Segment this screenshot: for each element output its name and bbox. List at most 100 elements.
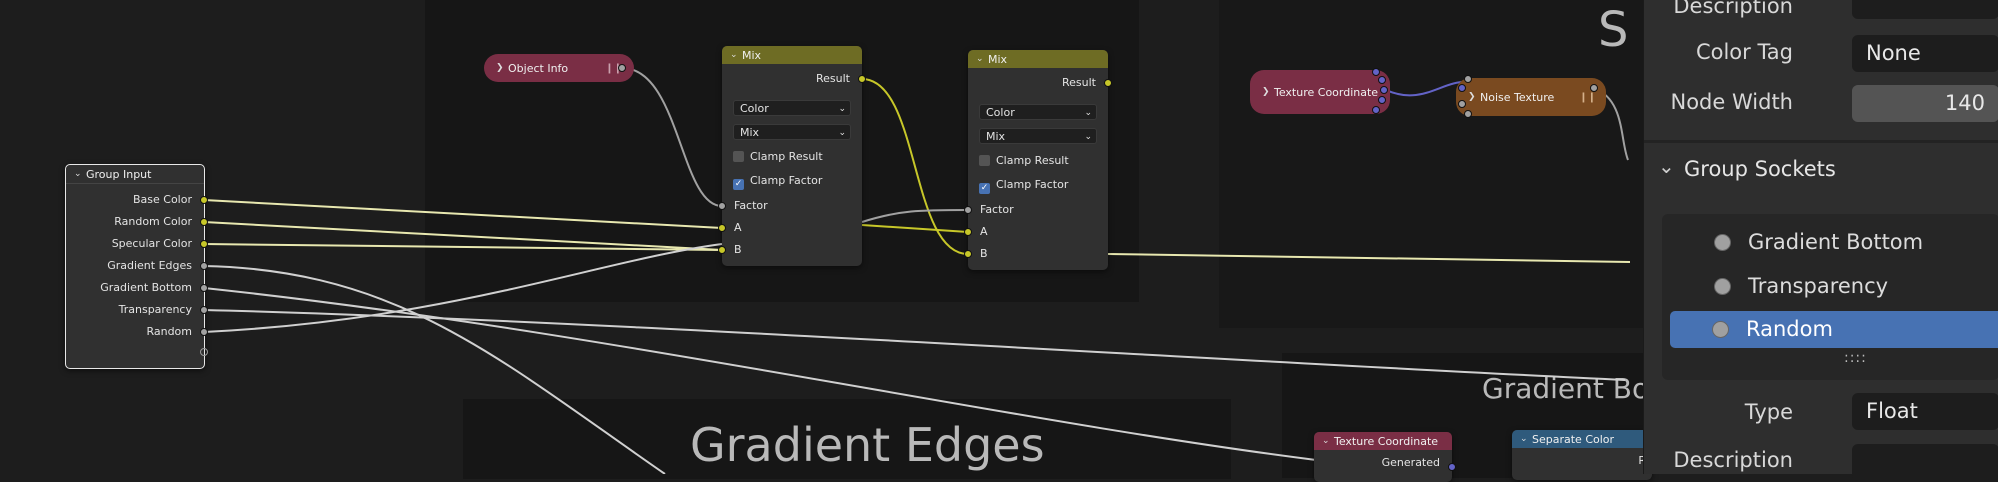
description-field[interactable] <box>1852 0 1998 19</box>
chevron-down-icon[interactable]: ⌄ <box>976 54 988 64</box>
clamp-result-label: Clamp Result <box>750 150 823 163</box>
description2-label: Description <box>1673 448 1793 472</box>
mix-node-1[interactable]: ⌄ Mix Result Color ⌄ Mix ⌄ Clamp Result ✓ C… <box>722 46 862 266</box>
chevron-right-icon[interactable]: ❯ <box>1262 87 1274 97</box>
noise-in-socket-2[interactable] <box>1458 84 1466 92</box>
texcoord-out-socket-5[interactable] <box>1372 106 1380 114</box>
group-input-header[interactable]: ⌄ Group Input <box>66 165 204 184</box>
texture-coordinate-header[interactable]: ⌄ Texture Coordinate <box>1314 432 1452 450</box>
noise-texture-label: Noise Texture <box>1480 90 1555 104</box>
texture-coordinate-node[interactable]: ⌄ Texture Coordinate Generated <box>1314 432 1452 482</box>
noise-in-socket-1[interactable] <box>1464 75 1472 83</box>
group-input-title: Group Input <box>86 167 152 181</box>
separate-color-node[interactable]: ⌄ Separate Color R <box>1512 430 1652 480</box>
clamp-result-checkbox[interactable] <box>733 151 744 162</box>
socket-item-random[interactable]: Random <box>1670 311 1998 348</box>
transparency-socket[interactable] <box>200 306 208 314</box>
random-socket[interactable] <box>200 328 208 336</box>
mix-node-1-clamp-factor[interactable]: ✓ Clamp Factor <box>733 172 822 190</box>
mix-node-2-b-socket[interactable] <box>964 250 972 258</box>
clamp-factor-checkbox[interactable]: ✓ <box>979 183 990 194</box>
socket-item-gradient-bottom[interactable]: Gradient Bottom <box>1672 224 1998 261</box>
object-info-label: Object Info <box>508 61 569 75</box>
mix-node-1-input-factor: Factor <box>734 199 768 212</box>
chevron-down-icon[interactable]: ⌄ <box>730 50 742 60</box>
chevron-down-icon[interactable]: ⌄ <box>1658 154 1675 178</box>
gradient-bottom-socket[interactable] <box>200 284 208 292</box>
clamp-result-checkbox[interactable] <box>979 155 990 166</box>
mix-node-1-data-type-select[interactable]: Color ⌄ <box>733 100 851 116</box>
object-info-output-socket[interactable] <box>618 64 626 72</box>
drag-grip-icon: ❙❙ <box>1579 91 1596 103</box>
mix-node-1-a-socket[interactable] <box>718 224 726 232</box>
mix-node-1-clamp-result[interactable]: Clamp Result <box>733 148 823 166</box>
description2-field[interactable] <box>1852 444 1998 481</box>
float-socket-icon <box>1712 321 1729 338</box>
texcoord-out-socket-2[interactable] <box>1378 76 1386 84</box>
random-color-socket[interactable] <box>200 218 208 226</box>
chevron-down-icon[interactable]: ⌄ <box>1520 434 1532 444</box>
mix-node-1-blend-select[interactable]: Mix ⌄ <box>733 124 851 140</box>
mix-node-2-data-type-select[interactable]: Color ⌄ <box>979 104 1097 120</box>
mix-node-1-header[interactable]: ⌄ Mix <box>722 46 862 64</box>
mix-node-1-data-type-value: Color <box>740 102 769 115</box>
mix-node-2-a-socket[interactable] <box>964 228 972 236</box>
color-tag-label: Color Tag <box>1695 40 1793 64</box>
node-width-label: Node Width <box>1670 90 1794 114</box>
chevron-right-icon[interactable]: ❯ <box>1468 92 1480 102</box>
socket-item-transparency[interactable]: Transparency <box>1672 268 1998 305</box>
clamp-factor-label: Clamp Factor <box>996 178 1069 191</box>
chevron-right-icon[interactable]: ❯ <box>496 63 508 73</box>
group-input-node[interactable]: ⌄ Group Input Base Color Random Color Sp… <box>65 164 205 369</box>
clamp-factor-checkbox[interactable]: ✓ <box>733 179 744 190</box>
mix-node-1-b-socket[interactable] <box>718 246 726 254</box>
color-tag-select[interactable]: None <box>1852 35 1998 72</box>
type-select[interactable]: Float <box>1852 393 1998 430</box>
color-tag-value: None <box>1866 41 1921 65</box>
mix-node-2-result-label: Result <box>1062 76 1096 89</box>
clamp-result-label: Clamp Result <box>996 154 1069 167</box>
mix-node-1-input-a: A <box>734 221 742 234</box>
mix-node-2[interactable]: ⌄ Mix Result Color ⌄ Mix ⌄ Clamp Result ✓ C… <box>968 50 1108 270</box>
mix-node-2-header[interactable]: ⌄ Mix <box>968 50 1108 68</box>
list-resize-handle[interactable]: :::: <box>1844 350 1867 366</box>
group-input-output-gradient-edges: Gradient Edges <box>107 259 192 272</box>
group-sockets-title: Group Sockets <box>1684 157 1836 181</box>
object-info-node[interactable]: ❯ Object Info ❙❙ <box>484 54 634 82</box>
mix-node-1-factor-socket[interactable] <box>718 202 726 210</box>
mix-node-2-clamp-factor[interactable]: ✓ Clamp Factor <box>979 176 1068 194</box>
mix-node-2-result-socket[interactable] <box>1104 79 1112 87</box>
noise-out-socket[interactable] <box>1590 84 1598 92</box>
noise-texture-node[interactable]: ❯ Noise Texture ❙❙ <box>1456 78 1606 116</box>
specular-color-socket[interactable] <box>200 240 208 248</box>
frame-noise-group[interactable] <box>1219 0 1649 328</box>
group-sockets-panel-header[interactable]: ⌄ Group Sockets <box>1644 150 1998 190</box>
chevron-down-icon[interactable]: ⌄ <box>74 169 86 179</box>
properties-side-panel: Description Color Tag None Node Width 14… <box>1643 0 1998 481</box>
mix-node-2-blend-select[interactable]: Mix ⌄ <box>979 128 1097 144</box>
chevron-down-icon[interactable]: ⌄ <box>1322 436 1334 446</box>
group-input-output-random: Random <box>146 325 192 338</box>
gradient-edges-socket[interactable] <box>200 262 208 270</box>
mix-node-2-input-factor: Factor <box>980 203 1014 216</box>
float-socket-icon <box>1714 278 1731 295</box>
group-input-output-specular-color: Specular Color <box>111 237 192 250</box>
mix-node-2-blend-value: Mix <box>986 130 1006 143</box>
texcoord-out-socket-4[interactable] <box>1378 96 1386 104</box>
group-input-output-gradient-bottom: Gradient Bottom <box>100 281 192 294</box>
mix-node-1-blend-value: Mix <box>740 126 760 139</box>
separate-color-header[interactable]: ⌄ Separate Color <box>1512 430 1652 448</box>
generated-socket[interactable] <box>1448 463 1456 471</box>
noise-in-socket-4[interactable] <box>1464 110 1472 118</box>
mix-node-1-result-socket[interactable] <box>858 75 866 83</box>
mix-node-2-factor-socket[interactable] <box>964 206 972 214</box>
float-socket-icon <box>1714 234 1731 251</box>
noise-in-socket-3[interactable] <box>1458 100 1466 108</box>
extension-socket[interactable] <box>200 348 208 356</box>
texture-coordinate-collapsed-node[interactable]: ❯ Texture Coordinate <box>1250 70 1390 114</box>
texcoord-out-socket-1[interactable] <box>1372 68 1380 76</box>
mix-node-2-clamp-result[interactable]: Clamp Result <box>979 152 1069 170</box>
texcoord-out-socket-3[interactable] <box>1380 86 1388 94</box>
node-width-field[interactable]: 140 <box>1852 85 1998 122</box>
base-color-socket[interactable] <box>200 196 208 204</box>
